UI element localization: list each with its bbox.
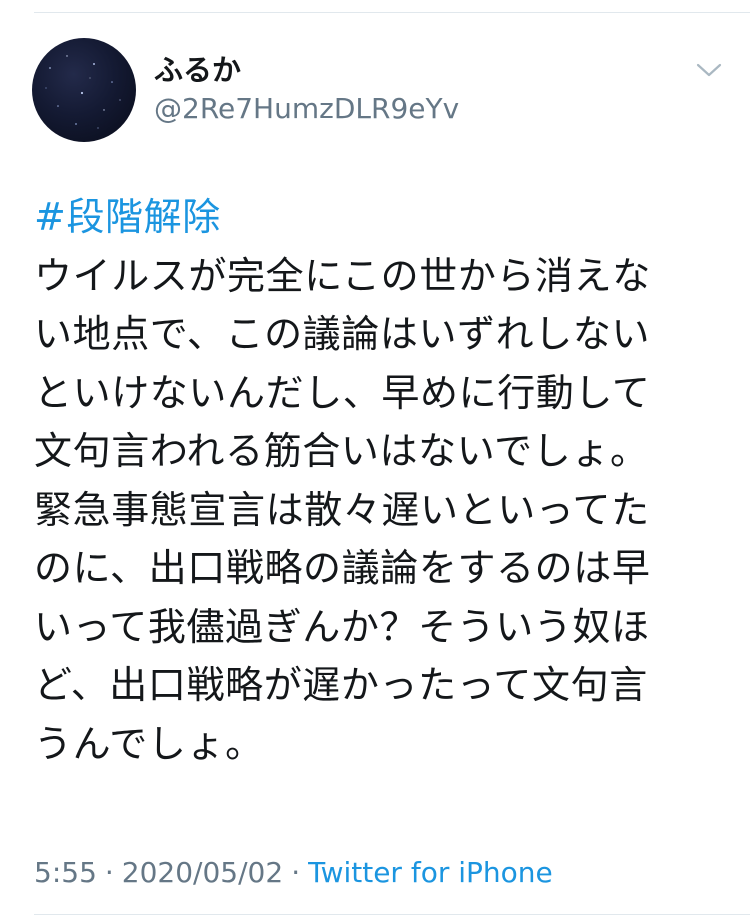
tweet-line: 緊急事態宣言は散々遅いといってた	[34, 487, 650, 532]
tweet-line: のに、出口戦略の議論をするのは早	[34, 546, 651, 590]
user-handle[interactable]: @2Re7HumzDLR9eYv	[154, 92, 459, 126]
tweet-line: 文句言われる筋合いはないでしょ。	[34, 429, 649, 473]
tweet-line: うんでしょ。	[34, 721, 264, 766]
meta-separator: ·	[104, 856, 114, 889]
tweet-line: いって我儘過ぎんか？そういう奴ほ	[34, 604, 650, 649]
top-divider	[34, 12, 750, 13]
tweet-text: #段階解除 ウイルスが完全にこの世から消えな い地点で、この議論はいずれしない …	[34, 188, 714, 773]
chevron-down-icon[interactable]	[694, 58, 724, 82]
display-name[interactable]: ふるか	[154, 52, 241, 88]
avatar-stars-image	[45, 55, 121, 129]
tweet-line: といけないんだし、早めに行動して	[34, 370, 651, 415]
tweet-line: ど、出口戦略が遅かったって文句言	[34, 663, 648, 707]
tweet-source-link[interactable]: Twitter for iPhone	[308, 856, 553, 889]
tweet-date[interactable]: 2020/05/02	[122, 856, 283, 889]
tweet-metadata: 5:55 · 2020/05/02 · Twitter for iPhone	[34, 853, 553, 893]
bottom-divider	[34, 914, 750, 915]
tweet-line: ウイルスが完全にこの世から消えな	[34, 253, 651, 298]
avatar[interactable]	[32, 38, 136, 142]
tweet-line: い地点で、この議論はいずれしない	[34, 312, 651, 356]
meta-separator: ·	[291, 856, 301, 889]
tweet-time[interactable]: 5:55	[34, 856, 97, 889]
hashtag-link[interactable]: #段階解除	[34, 188, 714, 247]
